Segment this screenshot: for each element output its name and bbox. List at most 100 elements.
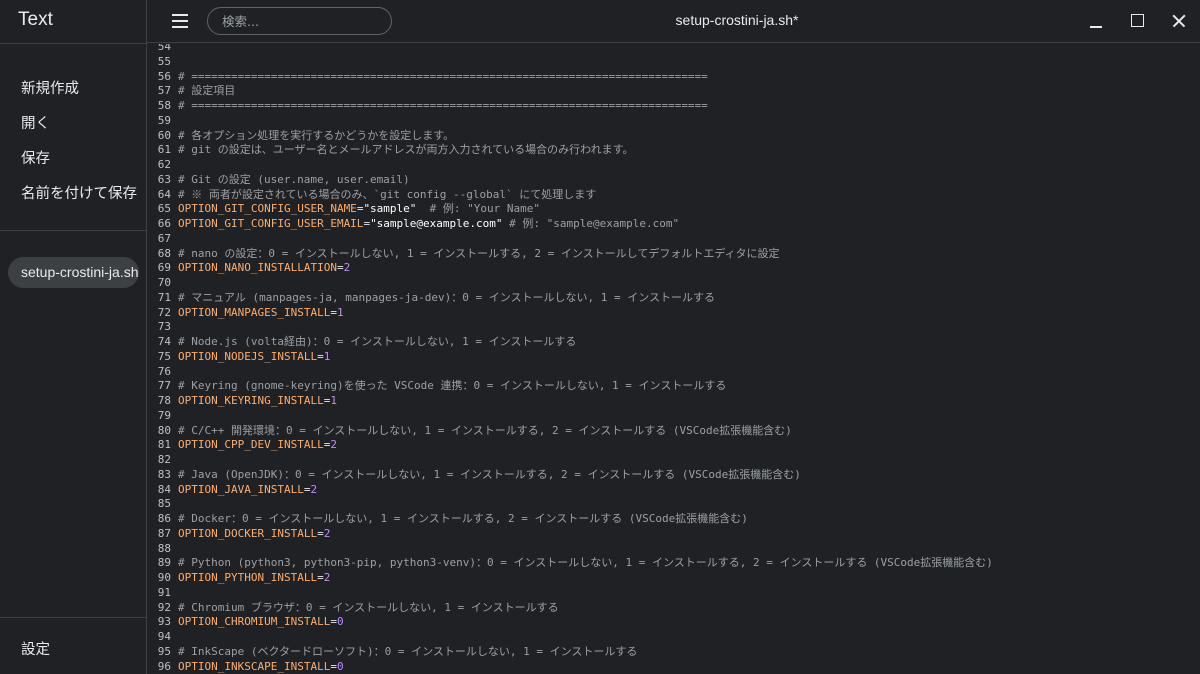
code-line: 65 OPTION_GIT_CONFIG_USER_NAME="sample" #… xyxy=(148,202,993,217)
code-line: 90 OPTION_PYTHON_INSTALL=2 xyxy=(148,571,993,586)
line-content: # git の設定は、ユーザー名とメールアドレスが両方入力されている場合のみ行わ… xyxy=(171,143,634,158)
line-number: 85 xyxy=(157,497,171,511)
open-file-tab[interactable]: setup-crostini-ja.sh xyxy=(8,257,139,288)
code-comment: # Keyring (gnome-keyring)を使った VSCode 連携：… xyxy=(178,379,727,393)
minimize-icon[interactable] xyxy=(1085,10,1107,32)
code-line: 76 xyxy=(148,365,993,380)
line-number: 63 xyxy=(157,172,171,186)
code-line: 86 # Docker：0 = インストールしない, 1 = インストールする, … xyxy=(148,512,993,527)
line-content: # nano の設定：0 = インストールしない, 1 = インストールする, … xyxy=(171,247,780,262)
line-number: 96 xyxy=(157,659,171,673)
maximize-icon[interactable] xyxy=(1126,10,1148,32)
open-menu-item[interactable]: 開く xyxy=(21,112,50,133)
assign-operator: = xyxy=(317,349,324,363)
search-box xyxy=(207,7,392,35)
assign-operator: = xyxy=(317,526,324,540)
line-content xyxy=(171,44,178,55)
line-content: # マニュアル (manpages-ja, manpages-ja-dev)：0… xyxy=(171,291,715,306)
save-as-menu-item[interactable]: 名前を付けて保存 xyxy=(21,182,137,203)
sidebar-divider xyxy=(0,617,146,618)
code-line: 68 # nano の設定：0 = インストールしない, 1 = インストールする… xyxy=(148,247,993,262)
assign-operator: = xyxy=(330,305,337,319)
line-number: 81 xyxy=(157,438,171,452)
line-number: 56 xyxy=(157,69,171,83)
line-content xyxy=(171,158,178,173)
number-value: 0 xyxy=(336,659,344,673)
line-number: 83 xyxy=(157,467,171,481)
code-line: 87 OPTION_DOCKER_INSTALL=2 xyxy=(148,527,993,542)
line-number: 64 xyxy=(157,187,171,201)
code-line: 89 # Python (python3, python3-pip, python… xyxy=(148,556,993,571)
toolbar: setup-crostini-ja.sh* xyxy=(147,0,1200,43)
code-comment: # Docker：0 = インストールしない, 1 = インストールする, 2 … xyxy=(178,512,748,525)
code-line: 59 xyxy=(148,114,993,129)
line-number: 68 xyxy=(157,246,171,260)
code-editor[interactable]: 54 55 56 # ================================… xyxy=(148,44,1200,674)
line-content: # ※ 両者が設定されている場合のみ、`git config --global`… xyxy=(171,188,596,203)
code-line: 62 xyxy=(148,158,993,173)
line-number: 80 xyxy=(157,423,171,437)
line-content: # Git の設定 (user.name, user.email) xyxy=(171,173,410,188)
code-comment: # Python (python3, python3-pip, python3-… xyxy=(178,556,993,570)
code-line: 67 xyxy=(148,232,993,247)
line-number: 82 xyxy=(157,453,171,466)
close-icon[interactable] xyxy=(1168,10,1190,32)
line-content: # Docker：0 = インストールしない, 1 = インストールする, 2 … xyxy=(171,512,748,527)
variable-name: OPTION_INKSCAPE_INSTALL xyxy=(178,659,331,673)
line-content xyxy=(171,232,178,247)
line-content xyxy=(171,542,178,557)
line-number: 86 xyxy=(157,512,171,525)
settings-menu-item[interactable]: 設定 xyxy=(21,638,50,659)
line-content: # 各オプション処理を実行するかどうかを設定します。 xyxy=(171,129,454,144)
app-title: Text xyxy=(18,9,53,30)
code-line: 54 xyxy=(148,44,993,55)
code-comment: # Git の設定 (user.name, user.email) xyxy=(178,172,410,186)
line-number: 78 xyxy=(157,394,171,407)
line-number: 69 xyxy=(157,261,171,275)
code-comment: # InkScape (ベクタードローソフト)：0 = インストールしない, 1… xyxy=(178,644,638,658)
number-value: 2 xyxy=(323,526,331,540)
number-value: 1 xyxy=(336,305,344,319)
new-file-menu-item[interactable]: 新規作成 xyxy=(21,77,79,98)
line-number: 93 xyxy=(157,615,171,629)
line-content xyxy=(171,55,178,70)
code-line: 72 OPTION_MANPAGES_INSTALL=1 xyxy=(148,306,993,321)
code-line: 79 xyxy=(148,409,993,424)
line-content: OPTION_INKSCAPE_INSTALL=0 xyxy=(171,660,344,674)
line-content: # 設定項目 xyxy=(171,84,235,99)
line-content xyxy=(171,586,178,601)
variable-name: OPTION_DOCKER_INSTALL xyxy=(178,526,318,540)
line-content xyxy=(171,276,178,291)
line-number: 70 xyxy=(157,276,171,289)
code-line: 93 OPTION_CHROMIUM_INSTALL=0 xyxy=(148,615,993,630)
sidebar-divider xyxy=(0,43,146,44)
editor-lines: 54 55 56 # ================================… xyxy=(148,44,993,674)
code-line: 74 # Node.js (volta経由)：0 = インストールしない, 1 =… xyxy=(148,335,993,350)
line-number: 77 xyxy=(157,379,171,393)
line-number: 95 xyxy=(157,644,171,658)
line-content: OPTION_KEYRING_INSTALL=1 xyxy=(171,394,337,409)
line-number: 61 xyxy=(157,143,171,157)
line-content xyxy=(171,630,178,645)
assign-operator: = xyxy=(336,261,344,275)
line-number: 94 xyxy=(157,630,171,643)
variable-name: OPTION_KEYRING_INSTALL xyxy=(178,394,324,407)
variable-name: OPTION_CPP_DEV_INSTALL xyxy=(178,438,324,452)
variable-name: OPTION_PYTHON_INSTALL xyxy=(178,571,318,584)
code-line: 58 # ====================================… xyxy=(148,99,993,114)
line-content: # C/C++ 開発環境：0 = インストールしない, 1 = インストールする… xyxy=(171,424,792,439)
code-comment: # C/C++ 開発環境：0 = インストールしない, 1 = インストールする… xyxy=(178,423,792,437)
code-comment: # Node.js (volta経由)：0 = インストールしない, 1 = イ… xyxy=(178,335,577,348)
hamburger-menu-icon[interactable] xyxy=(172,13,190,29)
line-content: OPTION_GIT_CONFIG_USER_NAME="sample" # 例… xyxy=(171,202,540,217)
line-content: # ======================================… xyxy=(171,70,708,85)
search-input[interactable] xyxy=(222,11,382,31)
code-line: 92 # Chromium ブラウザ：0 = インストールしない, 1 = インス… xyxy=(148,601,993,616)
line-number: 66 xyxy=(157,217,171,230)
save-menu-item[interactable]: 保存 xyxy=(21,147,50,168)
code-comment: # ======================================… xyxy=(178,69,708,83)
line-number: 67 xyxy=(157,231,171,245)
sidebar-divider xyxy=(0,230,146,231)
variable-name: OPTION_MANPAGES_INSTALL xyxy=(178,305,331,319)
code-line: 60 # 各オプション処理を実行するかどうかを設定します。 xyxy=(148,129,993,144)
